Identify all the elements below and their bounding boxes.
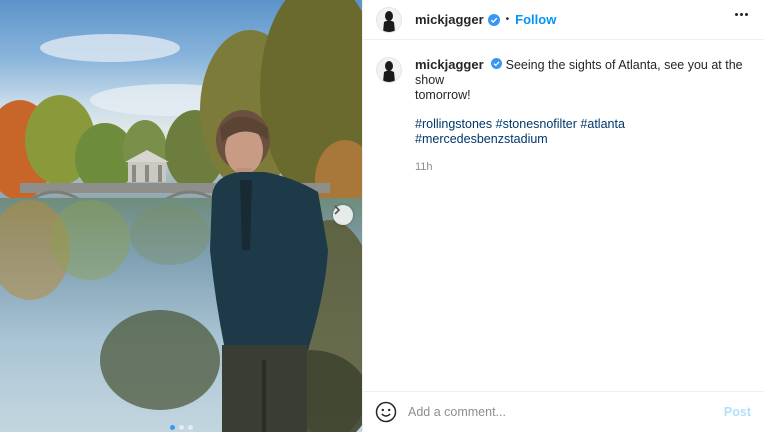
hashtag-list: #rollingstones #stonesnofilter #atlanta … [415, 117, 756, 147]
verified-badge-icon [491, 58, 503, 69]
caption: mickjagger Seeing the sights of Atlanta,… [376, 57, 756, 175]
carousel-next-button[interactable] [333, 205, 353, 225]
carousel-indicator [0, 425, 362, 430]
profile-silhouette-icon [383, 10, 395, 32]
carousel-dot-active [169, 425, 175, 430]
hashtag-atlanta[interactable]: #atlanta [580, 117, 624, 131]
caption-line-2: tomorrow! [415, 88, 471, 102]
comment-bar: Post [363, 391, 764, 432]
post-timestamp[interactable]: 11h [415, 160, 756, 175]
caption-body: mickjagger Seeing the sights of Atlanta,… [415, 57, 756, 175]
follow-button[interactable]: Follow [515, 12, 556, 27]
more-options-icon[interactable] [735, 13, 748, 16]
caption-line-1: mickjagger Seeing the sights of Atlanta,… [415, 57, 756, 88]
hashtag-rollingstones[interactable]: #rollingstones [415, 117, 492, 131]
header-separator: • [505, 14, 510, 25]
caption-avatar[interactable] [376, 57, 402, 83]
smiley-icon[interactable] [375, 401, 397, 423]
chevron-right-icon [334, 205, 341, 215]
comment-input[interactable] [408, 405, 724, 419]
hashtag-mercedesbenzstadium[interactable]: #mercedesbenzstadium [415, 132, 548, 146]
carousel-dot [178, 425, 184, 430]
post-header: mickjagger • Follow [363, 0, 764, 40]
post-details-panel: mickjagger • Follow mickjagger Seeing th… [362, 0, 764, 432]
carousel-dot [187, 425, 193, 430]
verified-badge-icon [487, 13, 500, 26]
hashtag-stonesnofilter[interactable]: #stonesnofilter [496, 117, 577, 131]
header-username[interactable]: mickjagger [415, 12, 484, 27]
caption-username[interactable]: mickjagger [415, 57, 484, 72]
photo-scene [0, 0, 362, 432]
profile-silhouette-icon [383, 61, 395, 82]
post-comment-button[interactable]: Post [724, 405, 751, 419]
post-photo[interactable] [0, 0, 362, 432]
avatar[interactable] [376, 6, 402, 33]
